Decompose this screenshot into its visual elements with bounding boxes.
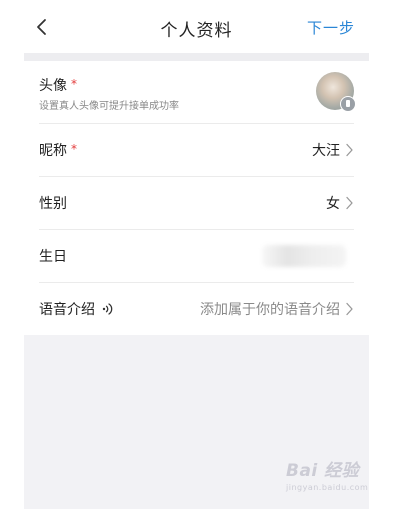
next-step-button[interactable]: 下一步	[307, 17, 355, 38]
camera-badge-icon	[340, 96, 356, 112]
page: 个人资料 下一步 头像 * 设置真人头像可提升接单成功率 昵称 * 大汪 性别 …	[0, 0, 402, 509]
nickname-label: 昵称 *	[39, 140, 77, 160]
avatar-label: 头像 *	[39, 75, 77, 95]
avatar[interactable]	[316, 72, 356, 112]
header-divider	[24, 53, 369, 61]
birthday-value-redacted	[262, 245, 346, 267]
gender-value: 女	[326, 196, 340, 212]
gender-label: 性别	[39, 196, 67, 212]
voice-intro-label-text: 语音介绍	[39, 302, 95, 318]
profile-list: 头像 * 设置真人头像可提升接单成功率 昵称 * 大汪 性别 女 生日 语音介绍…	[24, 61, 369, 335]
voice-intro-value: 添加属于你的语音介绍	[200, 302, 340, 318]
avatar-hint: 设置真人头像可提升接单成功率	[39, 101, 179, 112]
watermark-logo: Bai 经验	[286, 461, 360, 481]
required-mark: *	[71, 77, 77, 91]
nickname-row[interactable]: 昵称 * 大汪	[39, 124, 354, 177]
required-mark: *	[71, 142, 77, 156]
chevron-right-icon	[346, 196, 353, 210]
watermark-url: jingyan.baidu.com	[286, 483, 369, 492]
birthday-row[interactable]: 生日	[39, 230, 354, 283]
nav-header: 个人资料 下一步	[24, 0, 369, 53]
birthday-label: 生日	[39, 249, 67, 265]
voice-intro-row[interactable]: 语音介绍 添加属于你的语音介绍	[39, 283, 354, 335]
gender-row[interactable]: 性别 女	[39, 177, 354, 230]
avatar-row[interactable]: 头像 * 设置真人头像可提升接单成功率	[39, 61, 356, 124]
chevron-right-icon	[346, 143, 353, 157]
voice-wave-icon	[102, 303, 113, 315]
nickname-value: 大汪	[312, 143, 340, 159]
avatar-label-text: 头像	[39, 78, 67, 94]
phone-screen: 个人资料 下一步 头像 * 设置真人头像可提升接单成功率 昵称 * 大汪 性别 …	[24, 0, 369, 509]
chevron-right-icon	[346, 302, 353, 316]
watermark: Bai 经验 jingyan.baidu.com	[286, 456, 368, 492]
nickname-label-text: 昵称	[39, 143, 67, 159]
voice-intro-label: 语音介绍	[39, 299, 115, 319]
